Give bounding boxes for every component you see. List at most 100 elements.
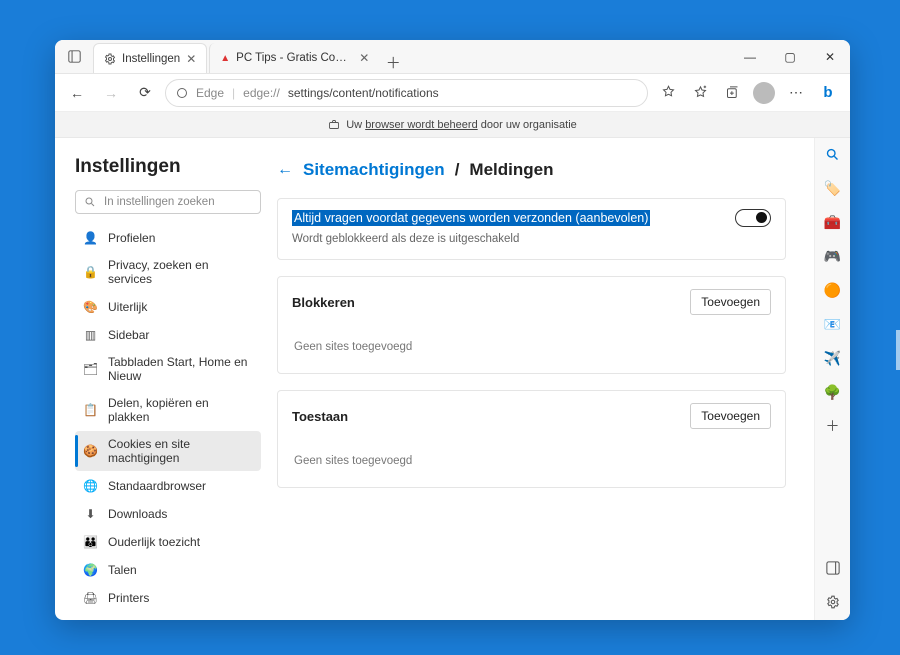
sidebar-item[interactable]: 🍪 Cookies en site machtigingen <box>75 431 261 471</box>
tab-settings[interactable]: Instellingen ✕ <box>93 43 207 73</box>
refresh-button[interactable]: ⟳ <box>131 79 159 107</box>
briefcase-icon <box>328 119 340 131</box>
new-tab-button[interactable]: ＋ <box>379 52 407 73</box>
settings-rail-icon[interactable] <box>823 592 843 612</box>
search-icon <box>84 196 96 208</box>
managed-infobar: Uw browser wordt beheerd door uw organis… <box>55 112 850 138</box>
nav-label: Uiterlijk <box>108 300 147 314</box>
nav-label: Systeem en prestaties <box>108 619 227 621</box>
maximize-button[interactable]: ▢ <box>770 40 810 73</box>
outlook-icon[interactable]: 📧 <box>823 314 843 334</box>
search-icon[interactable] <box>823 144 843 164</box>
titlebar: Instellingen ✕ ▲ PC Tips - Gratis Comput… <box>55 40 850 74</box>
block-empty: Geen sites toegevoegd <box>292 337 771 359</box>
site-identity-icon <box>176 87 188 99</box>
settings-sidebar: Instellingen In instellingen zoeken 👤 Pro… <box>55 138 273 620</box>
sidebar-item[interactable]: 🔒 Privacy, zoeken en services <box>75 252 261 292</box>
sidebar-item[interactable]: ⬇Downloads <box>75 500 261 527</box>
send-icon[interactable]: ✈️ <box>823 348 843 368</box>
address-host: edge:// <box>243 86 280 100</box>
settings-main: ← Sitemachtigingen / Meldingen Altijd vr… <box>273 138 814 620</box>
nav-label: Ouderlijk toezicht <box>108 535 200 549</box>
sidebar-item[interactable]: 🖨Printers <box>75 584 261 611</box>
ask-toggle[interactable] <box>735 209 771 227</box>
close-window-button[interactable]: ✕ <box>810 40 850 73</box>
more-button[interactable]: ⋯ <box>782 79 810 107</box>
close-icon[interactable]: ✕ <box>359 51 369 65</box>
nav-label: Tabbladen Start, Home en Nieuw <box>108 355 253 383</box>
nav-icon: 💻 <box>83 618 98 620</box>
sidebar-item[interactable]: 💻 Systeem en prestaties <box>75 612 261 620</box>
browser-window: Instellingen ✕ ▲ PC Tips - Gratis Comput… <box>55 40 850 620</box>
page-title: Instellingen <box>75 156 261 178</box>
tab-actions-icon[interactable] <box>55 40 93 73</box>
avatar <box>753 82 775 104</box>
sidebar-item[interactable]: 🌐Standaardbrowser <box>75 472 261 499</box>
nav-icon: 🌐 <box>83 478 98 493</box>
breadcrumb-current: Meldingen <box>469 160 553 180</box>
tab-title: PC Tips - Gratis Computer Tips, <box>236 52 353 64</box>
search-placeholder: In instellingen zoeken <box>104 196 215 208</box>
profile-button[interactable] <box>750 79 778 107</box>
block-title: Blokkeren <box>292 295 355 310</box>
nav-label: Printers <box>108 591 149 605</box>
games-icon[interactable]: 🎮 <box>823 246 843 266</box>
minimize-button[interactable]: — <box>730 40 770 73</box>
sidebar-item[interactable]: 🎨 Uiterlijk <box>75 293 261 320</box>
nav-icon: 🗂 <box>83 362 98 377</box>
tab-strip: Instellingen ✕ ▲ PC Tips - Gratis Comput… <box>93 40 730 73</box>
allow-empty: Geen sites toegevoegd <box>292 451 771 473</box>
sidebar-item[interactable]: 🌍Talen <box>75 556 261 583</box>
ask-before-send-card: Altijd vragen voordat gegevens worden ve… <box>277 198 786 260</box>
managed-link[interactable]: browser wordt beheerd <box>365 119 478 131</box>
breadcrumb-back-button[interactable]: ← <box>277 161 293 179</box>
ask-toggle-subtext: Wordt geblokkeerd als deze is uitgeschak… <box>292 233 771 245</box>
add-rail-icon[interactable]: ＋ <box>823 416 843 436</box>
sidebar-toggle-icon[interactable] <box>823 558 843 578</box>
nav-label: Delen, kopiëren en plakken <box>108 396 253 424</box>
sidebar-item[interactable]: ▥ Sidebar <box>75 321 261 348</box>
sidebar-item[interactable]: 👤 Profielen <box>75 224 261 251</box>
sidebar-item[interactable]: 👪Ouderlijk toezicht <box>75 528 261 555</box>
block-add-button[interactable]: Toevoegen <box>690 289 771 315</box>
nav-icon: 🔒 <box>83 265 98 280</box>
nav-icon: 🎨 <box>83 299 98 314</box>
forward-button[interactable]: → <box>97 79 125 107</box>
nav-label: Sidebar <box>108 328 149 342</box>
address-bar[interactable]: Edge | edge://settings/content/notificat… <box>165 79 648 107</box>
nav-label: Cookies en site machtigingen <box>108 437 253 465</box>
window-controls: — ▢ ✕ <box>730 40 850 73</box>
address-product: Edge <box>196 86 224 100</box>
nav-icon: ▥ <box>83 327 98 342</box>
ask-toggle-label: Altijd vragen voordat gegevens worden ve… <box>292 210 650 226</box>
nav-label: Profielen <box>108 231 155 245</box>
settings-search[interactable]: In instellingen zoeken <box>75 190 261 214</box>
nav-label: Privacy, zoeken en services <box>108 258 253 286</box>
sidebar-item[interactable]: 🗂 Tabbladen Start, Home en Nieuw <box>75 349 261 389</box>
gear-icon <box>104 53 116 65</box>
tab-pctips[interactable]: ▲ PC Tips - Gratis Computer Tips, ✕ <box>209 43 379 73</box>
shopping-icon[interactable]: 🏷️ <box>823 178 843 198</box>
sidebar-item[interactable]: 📋Delen, kopiëren en plakken <box>75 390 261 430</box>
collections-icon[interactable] <box>718 79 746 107</box>
close-icon[interactable]: ✕ <box>186 52 196 66</box>
tools-icon[interactable]: 🧰 <box>823 212 843 232</box>
breadcrumb: ← Sitemachtigingen / Meldingen <box>277 160 786 180</box>
nav-label: Talen <box>108 563 137 577</box>
nav-icon: 🍪 <box>83 444 98 459</box>
breadcrumb-sep: / <box>455 160 460 180</box>
breadcrumb-parent[interactable]: Sitemachtigingen <box>303 160 445 180</box>
nav-label: Downloads <box>108 507 167 521</box>
back-button[interactable]: ← <box>63 79 91 107</box>
office-icon[interactable]: 🟠 <box>823 280 843 300</box>
settings-page: Instellingen In instellingen zoeken 👤 Pro… <box>55 138 814 620</box>
allow-card: Toestaan Toevoegen Geen sites toegevoegd <box>277 390 786 488</box>
favorites-icon[interactable] <box>686 79 714 107</box>
desktop-edge <box>896 330 900 370</box>
allow-title: Toestaan <box>292 409 348 424</box>
read-aloud-icon[interactable] <box>654 79 682 107</box>
allow-add-button[interactable]: Toevoegen <box>690 403 771 429</box>
bing-chat-icon[interactable]: b <box>814 79 842 107</box>
tree-icon[interactable]: 🌳 <box>823 382 843 402</box>
nav-icon: 👤 <box>83 230 98 245</box>
